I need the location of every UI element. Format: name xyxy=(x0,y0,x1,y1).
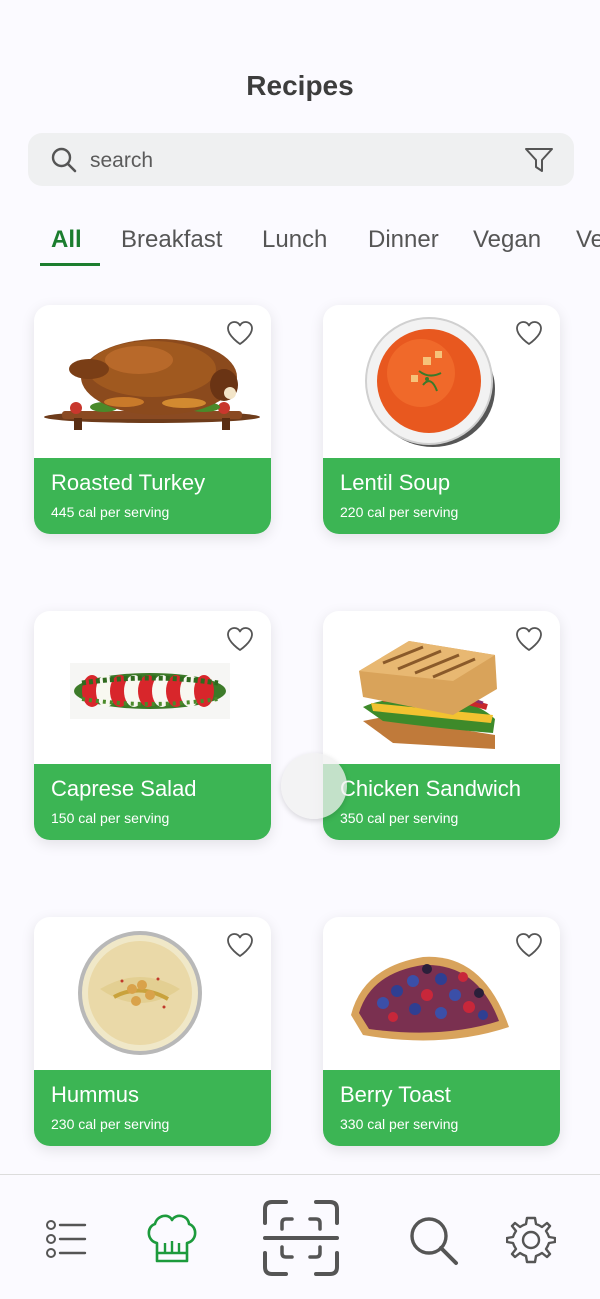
recipe-calories: 230 cal per serving xyxy=(51,1116,170,1132)
page-title: Recipes xyxy=(246,70,354,101)
card-footer: Roasted Turkey 445 cal per serving xyxy=(34,458,271,534)
recipe-calories: 350 cal per serving xyxy=(340,810,459,826)
favorite-heart-icon[interactable] xyxy=(514,625,544,653)
recipe-card-chicken-sandwich[interactable]: Chicken Sandwich 350 cal per serving xyxy=(323,611,560,840)
card-footer: Lentil Soup 220 cal per serving xyxy=(323,458,560,534)
recipe-name: Chicken Sandwich xyxy=(340,776,521,801)
tab-lunch[interactable]: Lunch xyxy=(262,226,327,254)
recipe-name: Caprese Salad xyxy=(51,776,197,801)
card-footer: Hummus 230 cal per serving xyxy=(34,1070,271,1146)
settings-gear-icon[interactable] xyxy=(506,1215,556,1265)
card-footer: Berry Toast 330 cal per serving xyxy=(323,1070,560,1146)
tab-dinner[interactable]: Dinner xyxy=(368,226,439,254)
recipe-calories: 330 cal per serving xyxy=(340,1116,459,1132)
recipe-name: Berry Toast xyxy=(340,1082,451,1107)
category-tabs: All Breakfast Lunch Dinner Vegan Ve xyxy=(0,220,600,270)
favorite-heart-icon[interactable] xyxy=(225,625,255,653)
recipe-name: Roasted Turkey xyxy=(51,470,206,495)
recipe-calories: 445 cal per serving xyxy=(51,504,170,520)
favorite-heart-icon[interactable] xyxy=(225,319,255,347)
search-icon[interactable] xyxy=(408,1215,460,1267)
recipe-name: Hummus xyxy=(51,1082,140,1107)
recipe-name: Lentil Soup xyxy=(340,470,451,495)
chef-hat-icon[interactable] xyxy=(143,1211,201,1267)
recipe-card-lentil-soup[interactable]: Lentil Soup 220 cal per serving xyxy=(323,305,560,534)
recipe-card-caprese-salad[interactable]: Caprese Salad 150 cal per serving xyxy=(34,611,271,840)
tab-vegetarian-partial[interactable]: Ve xyxy=(576,226,600,254)
recipe-calories: 220 cal per serving xyxy=(340,504,459,520)
recipe-card-roasted-turkey[interactable]: Roasted Turkey 445 cal per serving xyxy=(34,305,271,534)
list-icon[interactable] xyxy=(44,1217,88,1261)
recipe-card-hummus[interactable]: Hummus 230 cal per serving xyxy=(34,917,271,1146)
recipe-calories: 150 cal per serving xyxy=(51,810,170,826)
favorite-heart-icon[interactable] xyxy=(514,319,544,347)
tab-breakfast[interactable]: Breakfast xyxy=(121,226,222,254)
card-footer: Chicken Sandwich 350 cal per serving xyxy=(323,764,560,840)
card-footer: Caprese Salad 150 cal per serving xyxy=(34,764,271,840)
scan-icon[interactable] xyxy=(262,1199,340,1277)
search-input[interactable] xyxy=(88,141,512,180)
search-icon xyxy=(51,147,77,173)
tab-vegan[interactable]: Vegan xyxy=(473,226,541,254)
recipe-card-berry-toast[interactable]: Berry Toast 330 cal per serving xyxy=(323,917,560,1146)
bottom-nav xyxy=(0,1174,600,1299)
active-tab-indicator xyxy=(40,263,100,266)
filter-icon[interactable] xyxy=(524,146,554,174)
favorite-heart-icon[interactable] xyxy=(514,931,544,959)
touch-indicator xyxy=(281,753,347,819)
favorite-heart-icon[interactable] xyxy=(225,931,255,959)
search-bar[interactable] xyxy=(28,133,574,186)
tab-all[interactable]: All xyxy=(51,226,82,254)
